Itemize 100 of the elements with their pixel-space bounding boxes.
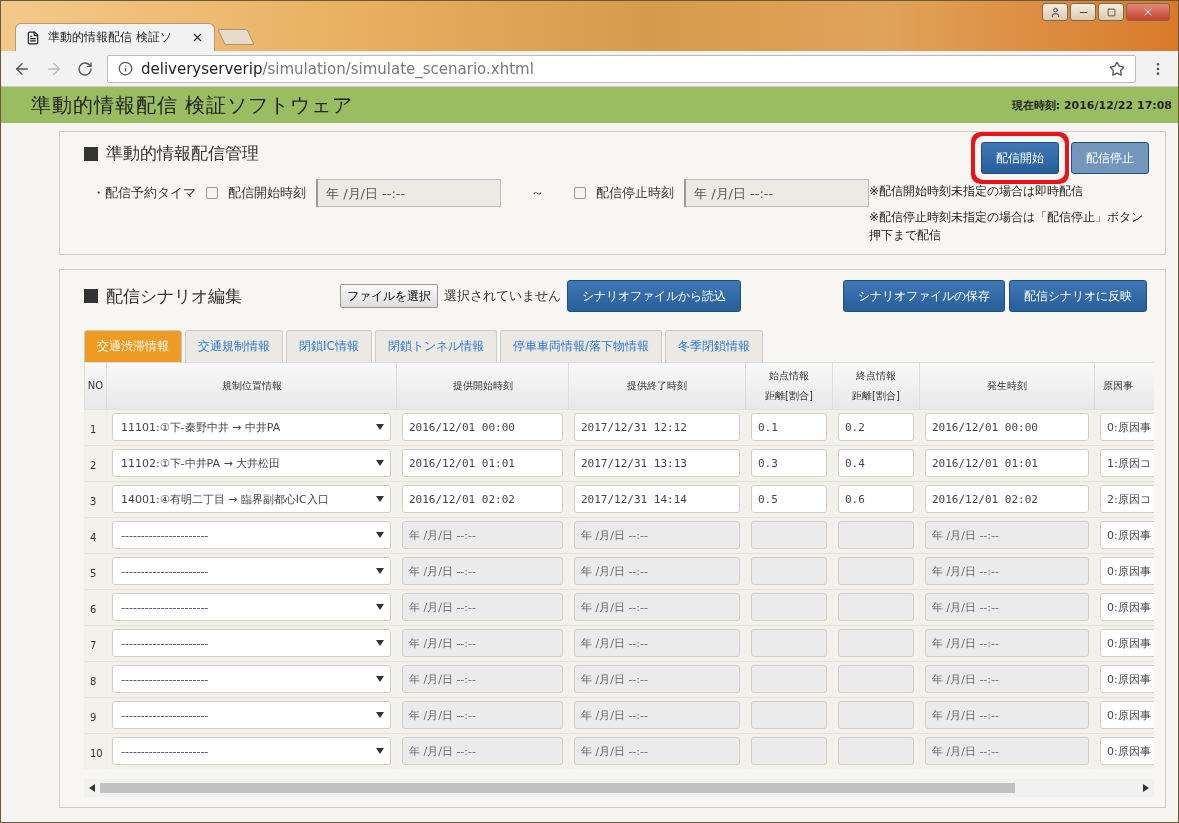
close-icon bbox=[1142, 6, 1154, 18]
datetime-field[interactable]: 2016/12/01 02:02 bbox=[925, 485, 1089, 513]
distance-field[interactable] bbox=[751, 629, 827, 657]
horizontal-scrollbar[interactable] bbox=[84, 779, 1154, 797]
range-separator: ～ bbox=[531, 184, 544, 202]
page-icon bbox=[26, 30, 40, 45]
tab[interactable]: 停車車両情報/落下物情報 bbox=[499, 330, 662, 362]
address-bar[interactable]: deliveryserverip/simulation/simulate_scenario.xhtml bbox=[107, 54, 1136, 83]
datetime-field[interactable]: 2016/12/01 02:02 bbox=[402, 485, 563, 513]
app-title: 準動的情報配信 検証ソフトウェア bbox=[31, 91, 354, 119]
close-icon[interactable] bbox=[191, 31, 204, 44]
reload-icon[interactable] bbox=[77, 60, 93, 77]
datetime-field[interactable]: 2017/12/31 14:14 bbox=[574, 485, 740, 513]
distance-field[interactable] bbox=[751, 737, 827, 766]
distance-field[interactable]: 0.3 bbox=[751, 449, 827, 477]
caret-icon bbox=[376, 748, 384, 755]
distance-field[interactable] bbox=[751, 557, 827, 585]
location-select[interactable]: 11101:①下-秦野中井 → 中井PA bbox=[112, 413, 391, 441]
timer-label: ・配信予約タイマ bbox=[92, 184, 196, 202]
caret-icon bbox=[376, 496, 384, 502]
checkbox[interactable] bbox=[206, 187, 218, 199]
browser-tab[interactable]: 準動的情報配信 検証ソ bbox=[15, 23, 215, 51]
url-text: deliveryserverip/simulation/simulate_scenario.xhtml bbox=[141, 59, 535, 78]
checkbox-label: 配信開始時刻 bbox=[228, 184, 306, 202]
tab[interactable]: 閉鎖IC情報 bbox=[286, 330, 372, 362]
cause-select[interactable]: 0:原因事 bbox=[1100, 413, 1154, 441]
distance-field[interactable] bbox=[838, 701, 914, 729]
distance-field[interactable] bbox=[838, 737, 914, 766]
scroll-left-icon[interactable] bbox=[89, 784, 95, 792]
distance-field[interactable] bbox=[751, 665, 827, 693]
caret-icon bbox=[376, 676, 384, 682]
caret-icon bbox=[376, 712, 384, 718]
distance-field[interactable] bbox=[838, 665, 914, 693]
load-button[interactable]: シナリオファイルから読込 bbox=[567, 280, 741, 312]
distance-field[interactable] bbox=[751, 701, 827, 729]
tab[interactable]: 交通規制情報 bbox=[185, 330, 283, 362]
row-number: 10 bbox=[90, 747, 103, 759]
caret-icon bbox=[376, 604, 384, 610]
info-icon bbox=[118, 61, 133, 76]
cause-select[interactable]: 1:原因コ bbox=[1100, 449, 1154, 477]
datetime-field[interactable]: 年 /月/日 --:-- bbox=[316, 179, 501, 207]
datetime-field[interactable]: 2016/12/01 00:00 bbox=[402, 413, 563, 441]
caret-icon bbox=[376, 532, 384, 538]
save-button[interactable]: シナリオファイルの保存 bbox=[843, 280, 1005, 312]
datetime-field[interactable]: 年 /月/日 --:-- bbox=[684, 179, 869, 207]
distance-field[interactable] bbox=[838, 593, 914, 621]
distance-field[interactable] bbox=[838, 629, 914, 657]
column-header: 提供終了時刻 bbox=[568, 363, 746, 409]
location-select[interactable]: 11102:①下-中井PA → 大井松田 bbox=[112, 449, 391, 477]
star-icon[interactable] bbox=[1109, 60, 1125, 77]
note-text: ※配信開始時刻未指定の場合は即時配信 bbox=[869, 183, 1085, 200]
new-tab-button[interactable] bbox=[217, 29, 255, 45]
datetime-field[interactable]: 2016/12/01 01:01 bbox=[402, 449, 563, 477]
tab[interactable]: 閉鎖トンネル情報 bbox=[374, 330, 497, 362]
checkbox[interactable] bbox=[574, 187, 586, 199]
maximize-button[interactable] bbox=[1098, 3, 1124, 21]
user-icon bbox=[1049, 6, 1061, 18]
distance-field[interactable]: 0.2 bbox=[838, 413, 914, 441]
row-number: 9 bbox=[90, 711, 97, 723]
caret-icon bbox=[376, 568, 384, 574]
cause-select[interactable]: 2:原因コ bbox=[1100, 485, 1154, 513]
note-text: ※配信停止時刻未指定の場合は「配信停止」ボタン押下まで配信 bbox=[869, 209, 1145, 244]
distance-field[interactable]: 0.5 bbox=[751, 485, 827, 513]
scroll-right-icon[interactable] bbox=[1143, 784, 1149, 792]
user-button[interactable] bbox=[1042, 3, 1068, 21]
datetime-field[interactable]: 2017/12/31 12:12 bbox=[574, 413, 740, 441]
distance-field[interactable]: 0.6 bbox=[838, 485, 914, 513]
distance-field[interactable] bbox=[838, 521, 914, 549]
column-header: NO bbox=[84, 363, 107, 409]
file-choose-button[interactable]: ファイルを選択 bbox=[340, 284, 438, 308]
row-number: 1 bbox=[90, 423, 97, 435]
datetime-field[interactable]: 2016/12/01 01:01 bbox=[925, 449, 1089, 477]
distance-field[interactable] bbox=[751, 521, 827, 549]
file-status: 選択されていません bbox=[444, 287, 561, 305]
distance-field[interactable] bbox=[751, 593, 827, 621]
minimize-button[interactable] bbox=[1070, 3, 1096, 21]
caret-icon bbox=[376, 460, 384, 466]
close-button[interactable] bbox=[1126, 3, 1170, 21]
tab-title: 準動的情報配信 検証ソ bbox=[48, 29, 173, 46]
apply-button[interactable]: 配信シナリオに反映 bbox=[1009, 280, 1147, 312]
distance-field[interactable]: 0.4 bbox=[838, 449, 914, 477]
datetime-field[interactable]: 2016/12/01 00:00 bbox=[925, 413, 1089, 441]
caret-icon bbox=[376, 640, 384, 646]
column-header: 終点情報 距離[割合] bbox=[832, 363, 920, 409]
row-number: 5 bbox=[90, 567, 97, 579]
row-number: 2 bbox=[90, 459, 97, 471]
distance-field[interactable]: 0.1 bbox=[751, 413, 827, 441]
row-number: 3 bbox=[90, 495, 97, 507]
current-time: 現在時刻: 2016/12/22 17:08 bbox=[1011, 97, 1172, 113]
row-number: 4 bbox=[90, 531, 97, 543]
distance-field[interactable] bbox=[838, 557, 914, 585]
checkbox-label: 配信停止時刻 bbox=[596, 184, 674, 202]
column-header: 発生時刻 bbox=[919, 363, 1095, 409]
column-header: 提供開始時刻 bbox=[396, 363, 569, 409]
datetime-field[interactable]: 2017/12/31 13:13 bbox=[574, 449, 740, 477]
tab[interactable]: 冬季閉鎖情報 bbox=[664, 330, 763, 362]
caret-icon bbox=[376, 424, 384, 430]
section-title: 配信シナリオ編集 bbox=[84, 284, 242, 308]
location-select[interactable]: 14001:④有明二丁目 → 臨界副都心IC入口 bbox=[112, 485, 391, 513]
column-header: 規制位置情報 bbox=[106, 363, 397, 409]
